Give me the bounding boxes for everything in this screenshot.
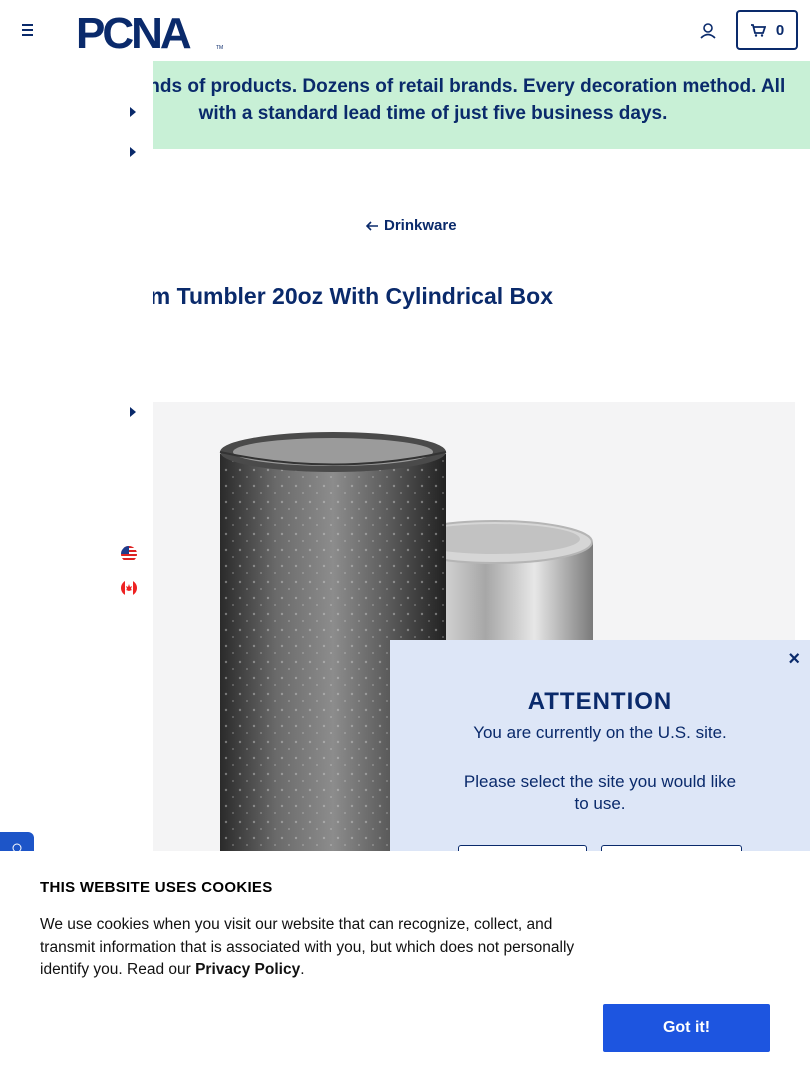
cookie-period: . (300, 961, 305, 978)
site-select-modal: × ATTENTION You are currently on the U.S… (390, 640, 810, 862)
canada-flag-icon[interactable] (121, 580, 137, 596)
product-title: Vacuum Tumbler 20oz With Cylindrical Box (153, 283, 553, 309)
us-flag-icon[interactable] (121, 546, 137, 562)
cart-count: 0 (775, 21, 785, 39)
logo-tm: TM (216, 45, 223, 50)
cookie-text: We use cookies when you visit our websit… (40, 916, 575, 978)
hamburger-menu-icon[interactable] (18, 20, 38, 40)
modal-message: You are currently on the U.S. site. (473, 723, 727, 742)
caret-right-icon[interactable] (128, 146, 138, 158)
product-title-container: Vacuum Tumbler 20oz With Cylindrical Box (153, 283, 793, 323)
cookie-title: THIS WEBSITE USES COOKIES (40, 879, 273, 896)
cookie-body: We use cookies when you visit our websit… (40, 914, 610, 982)
privacy-policy-link[interactable]: Privacy Policy (195, 961, 300, 978)
site-header: PCNA TM 0 (0, 0, 810, 60)
breadcrumb[interactable]: Drinkware (366, 217, 457, 234)
logo-text: PCNA (76, 10, 191, 50)
cart-icon (750, 24, 766, 37)
accept-cookies-button[interactable]: Got it! (603, 1004, 770, 1052)
breadcrumb-link[interactable]: Drinkware (384, 217, 457, 234)
promo-text: Thousands of products. Dozens of retail … (153, 73, 810, 127)
caret-right-icon[interactable] (128, 406, 138, 418)
modal-title: ATTENTION (527, 688, 673, 715)
cart-button[interactable]: 0 (736, 10, 798, 50)
close-icon[interactable]: × (788, 648, 800, 671)
pcna-logo[interactable]: PCNA TM (76, 9, 226, 58)
cookie-banner: THIS WEBSITE USES COOKIES We use cookies… (0, 851, 810, 1080)
modal-prompt: Please select the site you would like to… (463, 772, 737, 813)
account-icon[interactable] (696, 19, 720, 43)
caret-right-icon[interactable] (128, 106, 138, 118)
promo-line-2: with a standard lead time of just five b… (198, 103, 668, 124)
arrow-left-icon (366, 220, 378, 231)
promo-line-1: Thousands of products. Dozens of retail … (153, 76, 786, 97)
promo-banner: Thousands of products. Dozens of retail … (153, 61, 810, 149)
